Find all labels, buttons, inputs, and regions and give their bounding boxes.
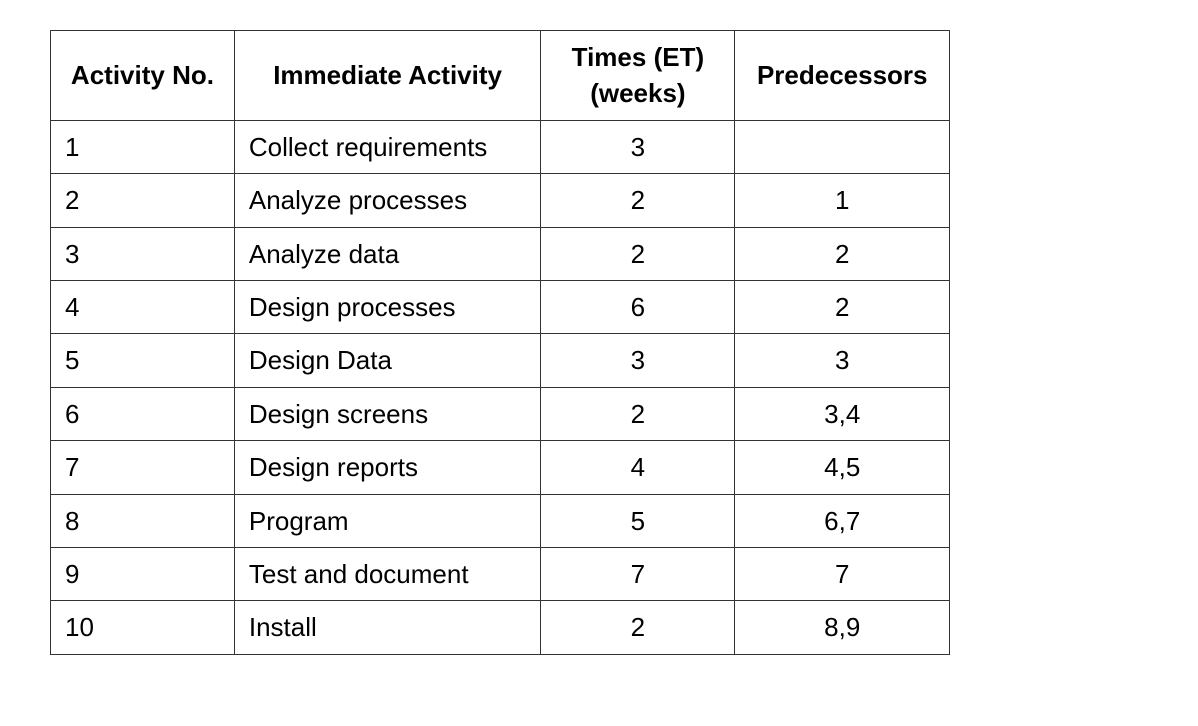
cell-times: 3 <box>541 334 735 387</box>
header-activity-no: Activity No. <box>51 31 235 121</box>
table-row: 2Analyze processes21 <box>51 174 950 227</box>
cell-activity-no: 10 <box>51 601 235 654</box>
cell-predecessors: 3 <box>735 334 950 387</box>
cell-activity-no: 5 <box>51 334 235 387</box>
cell-activity-no: 7 <box>51 441 235 494</box>
cell-immediate: Test and document <box>234 547 540 600</box>
cell-immediate: Analyze data <box>234 227 540 280</box>
cell-activity-no: 1 <box>51 120 235 173</box>
cell-times: 4 <box>541 441 735 494</box>
table-row: 10Install28,9 <box>51 601 950 654</box>
cell-activity-no: 9 <box>51 547 235 600</box>
table-row: 6Design screens23,4 <box>51 387 950 440</box>
cell-immediate: Design reports <box>234 441 540 494</box>
cell-predecessors: 3,4 <box>735 387 950 440</box>
cell-activity-no: 2 <box>51 174 235 227</box>
cell-predecessors: 8,9 <box>735 601 950 654</box>
cell-activity-no: 6 <box>51 387 235 440</box>
cell-times: 3 <box>541 120 735 173</box>
cell-times: 7 <box>541 547 735 600</box>
table-row: 4Design processes62 <box>51 280 950 333</box>
cell-predecessors: 2 <box>735 227 950 280</box>
cell-immediate: Design Data <box>234 334 540 387</box>
header-times: Times (ET) (weeks) <box>541 31 735 121</box>
table-row: 7Design reports44,5 <box>51 441 950 494</box>
cell-times: 2 <box>541 387 735 440</box>
cell-predecessors: 6,7 <box>735 494 950 547</box>
table-header-row: Activity No. Immediate Activity Times (E… <box>51 31 950 121</box>
cell-times: 2 <box>541 174 735 227</box>
cell-predecessors: 2 <box>735 280 950 333</box>
cell-immediate: Program <box>234 494 540 547</box>
cell-immediate: Install <box>234 601 540 654</box>
cell-immediate: Collect requirements <box>234 120 540 173</box>
cell-immediate: Design screens <box>234 387 540 440</box>
cell-immediate: Analyze processes <box>234 174 540 227</box>
cell-immediate: Design processes <box>234 280 540 333</box>
cell-times: 2 <box>541 227 735 280</box>
cell-predecessors: 1 <box>735 174 950 227</box>
cell-predecessors <box>735 120 950 173</box>
activity-table: Activity No. Immediate Activity Times (E… <box>50 30 950 655</box>
table-row: 1Collect requirements3 <box>51 120 950 173</box>
table-row: 9Test and document77 <box>51 547 950 600</box>
cell-times: 5 <box>541 494 735 547</box>
cell-activity-no: 4 <box>51 280 235 333</box>
header-predecessors: Predecessors <box>735 31 950 121</box>
table-row: 8Program56,7 <box>51 494 950 547</box>
cell-predecessors: 4,5 <box>735 441 950 494</box>
table-row: 3Analyze data22 <box>51 227 950 280</box>
cell-activity-no: 8 <box>51 494 235 547</box>
cell-predecessors: 7 <box>735 547 950 600</box>
header-immediate: Immediate Activity <box>234 31 540 121</box>
cell-activity-no: 3 <box>51 227 235 280</box>
table-row: 5Design Data33 <box>51 334 950 387</box>
cell-times: 6 <box>541 280 735 333</box>
cell-times: 2 <box>541 601 735 654</box>
